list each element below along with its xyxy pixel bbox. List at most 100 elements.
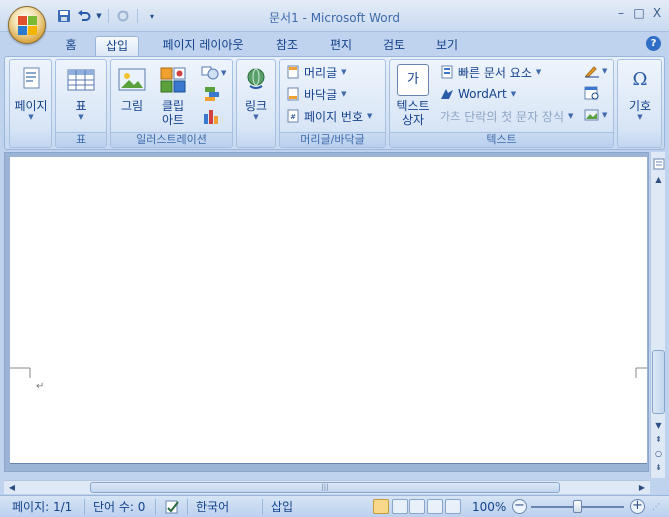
word-count[interactable]: 단어 수: 0 — [93, 499, 145, 515]
date-time-icon — [584, 86, 599, 100]
group-header-footer: 머리글 ▼ 바닥글 ▼ # 페이지 번호 ▼ 머리글/바닥글 — [279, 59, 386, 148]
smartart-icon — [205, 87, 219, 101]
web-layout-view-button[interactable] — [409, 499, 425, 514]
text-box-icon: 가 — [397, 64, 429, 96]
document-area: ↵ — [4, 152, 649, 472]
office-button[interactable] — [8, 6, 46, 44]
scroll-down-icon[interactable]: ▼ — [652, 420, 665, 432]
chart-button[interactable] — [203, 108, 223, 126]
next-page-icon[interactable]: ⇟ — [652, 462, 665, 474]
group-header-footer-label: 머리글/바닥글 — [280, 132, 385, 147]
text-box-button[interactable]: 가 텍스트 상자 — [393, 64, 433, 127]
vertical-scroll-thumb[interactable] — [652, 350, 665, 414]
close-button[interactable]: X — [651, 6, 663, 20]
horizontal-scrollbar[interactable]: ◀ ||| ▶ — [4, 480, 650, 494]
status-divider — [155, 499, 156, 515]
group-text-label: 텍스트 — [390, 132, 613, 147]
symbol-button[interactable]: Ω 기호 ▼ — [621, 64, 659, 121]
chevron-down-icon: ▼ — [602, 67, 608, 75]
quick-parts-label: 빠른 문서 요소 — [458, 65, 532, 80]
group-illustrations: 그림 클립 아트 ▼ 일러스트레이션 — [110, 59, 233, 148]
status-divider — [84, 499, 85, 515]
footer-button[interactable]: 바닥글 ▼ — [286, 84, 347, 104]
language[interactable]: 한국어 — [196, 499, 229, 515]
links-button[interactable]: 링크 ▼ — [238, 64, 274, 121]
minimize-button[interactable]: – — [615, 6, 627, 20]
pages-button[interactable]: 페이지 ▼ — [12, 64, 50, 121]
office-logo-icon — [18, 16, 38, 36]
help-icon[interactable]: ? — [646, 36, 661, 51]
drop-cap-button[interactable]: 가츠 단락의 첫 문자 장식 ▼ — [440, 106, 573, 126]
draft-view-button[interactable] — [445, 499, 461, 514]
smartart-button[interactable] — [203, 86, 223, 104]
object-button[interactable]: ▼ — [584, 108, 607, 122]
tab-view[interactable]: 보기 — [430, 36, 464, 56]
zoom-level[interactable]: 100% — [472, 499, 506, 515]
symbol-label: 기호 — [628, 99, 652, 113]
status-bar: 페이지: 1/1 단어 수: 0 한국어 삽입 100% − + ⋰ — [0, 495, 669, 517]
insert-mode[interactable]: 삽입 — [271, 499, 293, 515]
shapes-button[interactable]: ▼ — [201, 64, 227, 82]
scroll-right-icon[interactable]: ▶ — [636, 482, 648, 493]
group-pages: 페이지 ▼ — [9, 59, 52, 148]
vertical-scrollbar[interactable]: ▲ ▼ ⇞ ○ ⇟ — [650, 152, 665, 478]
chevron-down-icon: ▼ — [253, 113, 259, 121]
chevron-down-icon: ▼ — [341, 68, 347, 76]
zoom-slider-thumb[interactable] — [573, 500, 582, 513]
pages-label: 페이지 — [14, 99, 48, 113]
tab-page-layout[interactable]: 페이지 레이아웃 — [155, 36, 251, 56]
group-text: 가 텍스트 상자 빠른 문서 요소 ▼ WordArt ▼ 가츠 단락의 첫 문… — [389, 59, 614, 148]
tab-mailings[interactable]: 편지 — [324, 36, 358, 56]
document-page[interactable]: ↵ — [10, 157, 647, 464]
group-table-label: 표 — [56, 132, 106, 147]
group-table: 표 ▼ 표 — [55, 59, 107, 148]
status-divider — [262, 499, 263, 515]
outline-view-button[interactable] — [427, 499, 443, 514]
quick-parts-button[interactable]: 빠른 문서 요소 ▼ — [440, 62, 541, 82]
tab-insert[interactable]: 삽입 — [95, 36, 139, 56]
page-icon — [15, 64, 47, 96]
quick-parts-icon — [441, 65, 453, 79]
zoom-out-button[interactable]: − — [512, 499, 527, 514]
scroll-left-icon[interactable]: ◀ — [6, 482, 18, 493]
previous-page-icon[interactable]: ⇞ — [652, 434, 665, 446]
left-crop-mark — [10, 367, 31, 378]
header-button[interactable]: 머리글 ▼ — [286, 62, 347, 82]
maximize-button[interactable]: □ — [633, 6, 645, 20]
tab-home[interactable]: 홈 — [58, 36, 84, 56]
chevron-down-icon: ▼ — [221, 69, 227, 77]
scroll-up-icon[interactable]: ▲ — [652, 174, 665, 186]
ribbon-tabs: 홈 삽입 페이지 레이아웃 참조 편지 검토 보기 — [0, 32, 669, 56]
wordart-button[interactable]: WordArt ▼ — [440, 84, 516, 104]
ruler-toggle-icon[interactable] — [652, 158, 665, 170]
horizontal-scroll-thumb[interactable]: ||| — [90, 482, 560, 493]
full-screen-reading-view-button[interactable] — [392, 499, 408, 514]
chevron-down-icon: ▼ — [28, 113, 34, 121]
date-time-button[interactable] — [584, 86, 600, 103]
clip-art-label-line2: 아트 — [161, 113, 185, 127]
signature-line-button[interactable]: ▼ — [584, 64, 607, 78]
resize-grip-icon[interactable]: ⋰ — [652, 499, 660, 515]
page-number-button[interactable]: # 페이지 번호 ▼ — [286, 106, 372, 126]
print-layout-view-button[interactable] — [373, 499, 389, 514]
group-links: 링크 ▼ — [236, 59, 276, 148]
table-button[interactable]: 표 ▼ — [62, 64, 100, 121]
chart-icon — [204, 110, 218, 124]
page-count[interactable]: 페이지: 1/1 — [12, 499, 72, 515]
chevron-down-icon: ▼ — [602, 111, 608, 119]
table-icon — [65, 64, 97, 96]
tab-review[interactable]: 검토 — [377, 36, 411, 56]
picture-icon — [116, 64, 148, 96]
chevron-down-icon: ▼ — [568, 112, 574, 120]
tab-references[interactable]: 참조 — [270, 36, 304, 56]
page-number-icon: # — [287, 109, 299, 123]
chevron-down-icon: ▼ — [367, 112, 373, 120]
text-box-label-line1: 텍스트 — [396, 99, 430, 113]
clip-art-icon — [157, 64, 189, 96]
title-bar: ▼ ▾ 문서1 - Microsoft Word – □ X — [0, 0, 669, 32]
zoom-in-button[interactable]: + — [630, 499, 645, 514]
picture-button[interactable]: 그림 — [114, 64, 150, 113]
browse-object-icon[interactable]: ○ — [652, 448, 665, 460]
clip-art-button[interactable]: 클립 아트 — [155, 64, 191, 127]
proofing-icon[interactable] — [164, 499, 180, 515]
